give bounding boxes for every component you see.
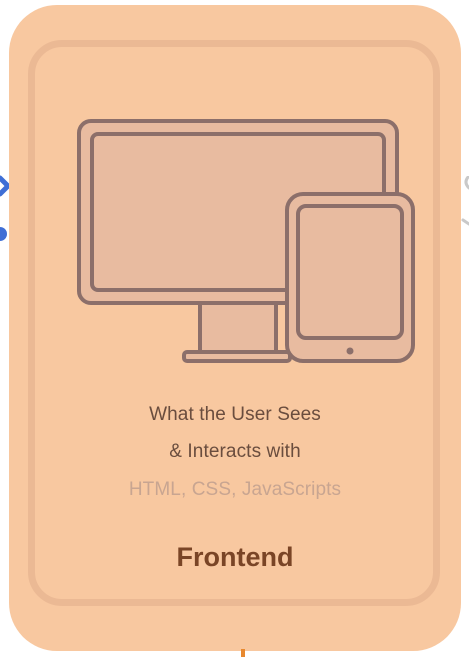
bottom-connector-stub <box>241 649 245 657</box>
description-line-2: & Interacts with <box>169 441 301 462</box>
card-title: Frontend <box>176 542 294 572</box>
description-line-1: What the User Sees <box>149 404 321 425</box>
frontend-diagram: What the User Sees & Interacts with HTML… <box>0 0 469 657</box>
tablet-icon <box>285 192 415 363</box>
technologies-text: HTML, CSS, JavaScripts <box>128 479 342 500</box>
